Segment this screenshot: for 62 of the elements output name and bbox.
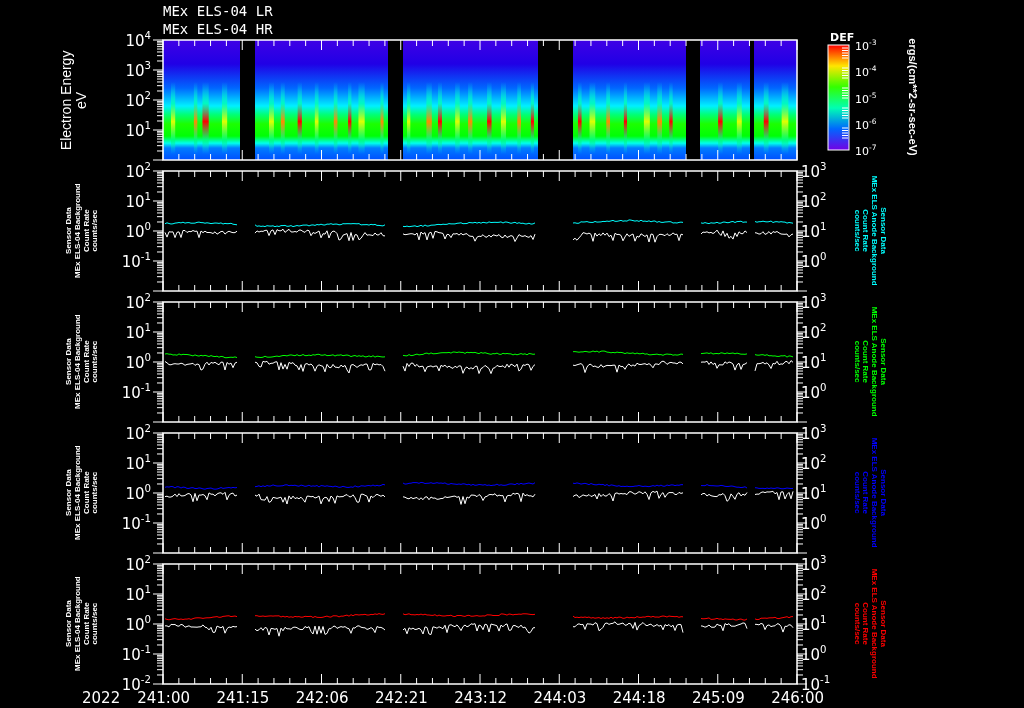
- axis-title: Sensor Data MEx ELS Anode Background Count Rate counts/sec: [851, 307, 887, 417]
- axis-title: Sensor Data MEx ELS-04 Background Count Rate counts/sec: [64, 576, 101, 672]
- time-label: 244:03: [532, 689, 588, 707]
- time-label: 246:00: [770, 689, 825, 707]
- tick-label: 10$^{-7}$: [855, 143, 877, 158]
- time-label: 242:21: [374, 689, 429, 707]
- tick-label: 10$^{0}$: [125, 221, 151, 241]
- tick-label: 10$^{-6}$: [855, 116, 877, 132]
- tick-label: 10$^{0}$: [125, 483, 151, 503]
- tick-label: 10$^{-1}$: [121, 644, 151, 664]
- tick-label: 10$^{2}$: [125, 90, 151, 110]
- tick-label: 10$^{-5}$: [855, 90, 877, 106]
- axis-title: Electron Energy eV: [59, 50, 91, 150]
- tick-label: 10$^{2}$: [801, 584, 827, 604]
- tick-label: 10$^{2}$: [801, 453, 827, 473]
- tick-label: 10$^{3}$: [801, 292, 827, 312]
- tick-label: 10$^{-1}$: [121, 251, 151, 271]
- time-label: 243:12: [453, 689, 508, 707]
- time-label: 245:09: [691, 689, 746, 707]
- axis-title: Sensor Data MEx ELS Anode Background Count Rate counts/sec: [851, 569, 887, 679]
- time-label: 244:18: [611, 689, 667, 707]
- axis-title: Sensor Data MEx ELS-04 Background Count Rate counts/sec: [64, 445, 101, 541]
- axis-title: Sensor Data MEx ELS-04 Background Count Rate counts/sec: [64, 314, 101, 410]
- tick-label: 10$^{0}$: [125, 614, 151, 634]
- tick-label: 10$^{1}$: [125, 584, 151, 604]
- tick-label: 10$^{-1}$: [121, 382, 151, 402]
- tick-label: 10$^{3}$: [801, 423, 827, 443]
- tick-label: 10$^{1}$: [125, 191, 151, 211]
- year-label: 2022: [81, 688, 122, 707]
- tick-label: 10$^{0}$: [801, 644, 827, 664]
- colorbar-title: DEF: [829, 32, 855, 44]
- tick-label: 10$^{1}$: [125, 120, 151, 140]
- tick-label: 10$^{-1}$: [121, 513, 151, 533]
- axis-title: Sensor Data MEx ELS Anode Background Count Rate counts/sec: [851, 176, 887, 286]
- tick-label: 10$^{4}$: [125, 30, 151, 50]
- tick-label: 10$^{0}$: [801, 513, 827, 533]
- tick-label: 10$^{2}$: [801, 191, 827, 211]
- tick-label: 10$^{3}$: [801, 554, 827, 574]
- tick-label: 10$^{1}$: [125, 322, 151, 342]
- tick-label: 10$^{2}$: [125, 423, 151, 443]
- time-label: 241:15: [215, 689, 271, 707]
- tick-label: 10$^{1}$: [125, 453, 151, 473]
- tick-label: 10$^{1}$: [801, 483, 827, 503]
- tick-label: 10$^{0}$: [801, 382, 827, 402]
- plot-title: MEx ELS-04 LR: [163, 3, 274, 19]
- tick-label: 10$^{2}$: [125, 292, 151, 312]
- axis-title: Sensor Data MEx ELS-04 Background Count Rate counts/sec: [64, 183, 101, 279]
- tick-label: 10$^{2}$: [801, 322, 827, 342]
- tick-label: 10$^{0}$: [801, 251, 827, 271]
- tick-label: 10$^{0}$: [125, 352, 151, 372]
- tick-label: 10$^{3}$: [125, 60, 151, 80]
- time-label: 242:06: [294, 689, 350, 707]
- tick-label: 10$^{1}$: [801, 221, 827, 241]
- axis-title: Sensor Data MEx ELS Anode Background Count Rate counts/sec: [851, 438, 887, 548]
- tick-label: 10$^{1}$: [801, 352, 827, 372]
- tick-label: 10$^{3}$: [801, 161, 827, 181]
- tick-label: 10$^{1}$: [801, 614, 827, 634]
- colorbar-units: ergs/(cm**2-sr-sec-eV): [906, 38, 920, 156]
- tick-label: 10$^{2}$: [125, 554, 151, 574]
- tick-label: 10$^{2}$: [125, 161, 151, 181]
- tick-label: 10$^{-4}$: [855, 64, 877, 80]
- tick-label: 10$^{-3}$: [855, 38, 877, 53]
